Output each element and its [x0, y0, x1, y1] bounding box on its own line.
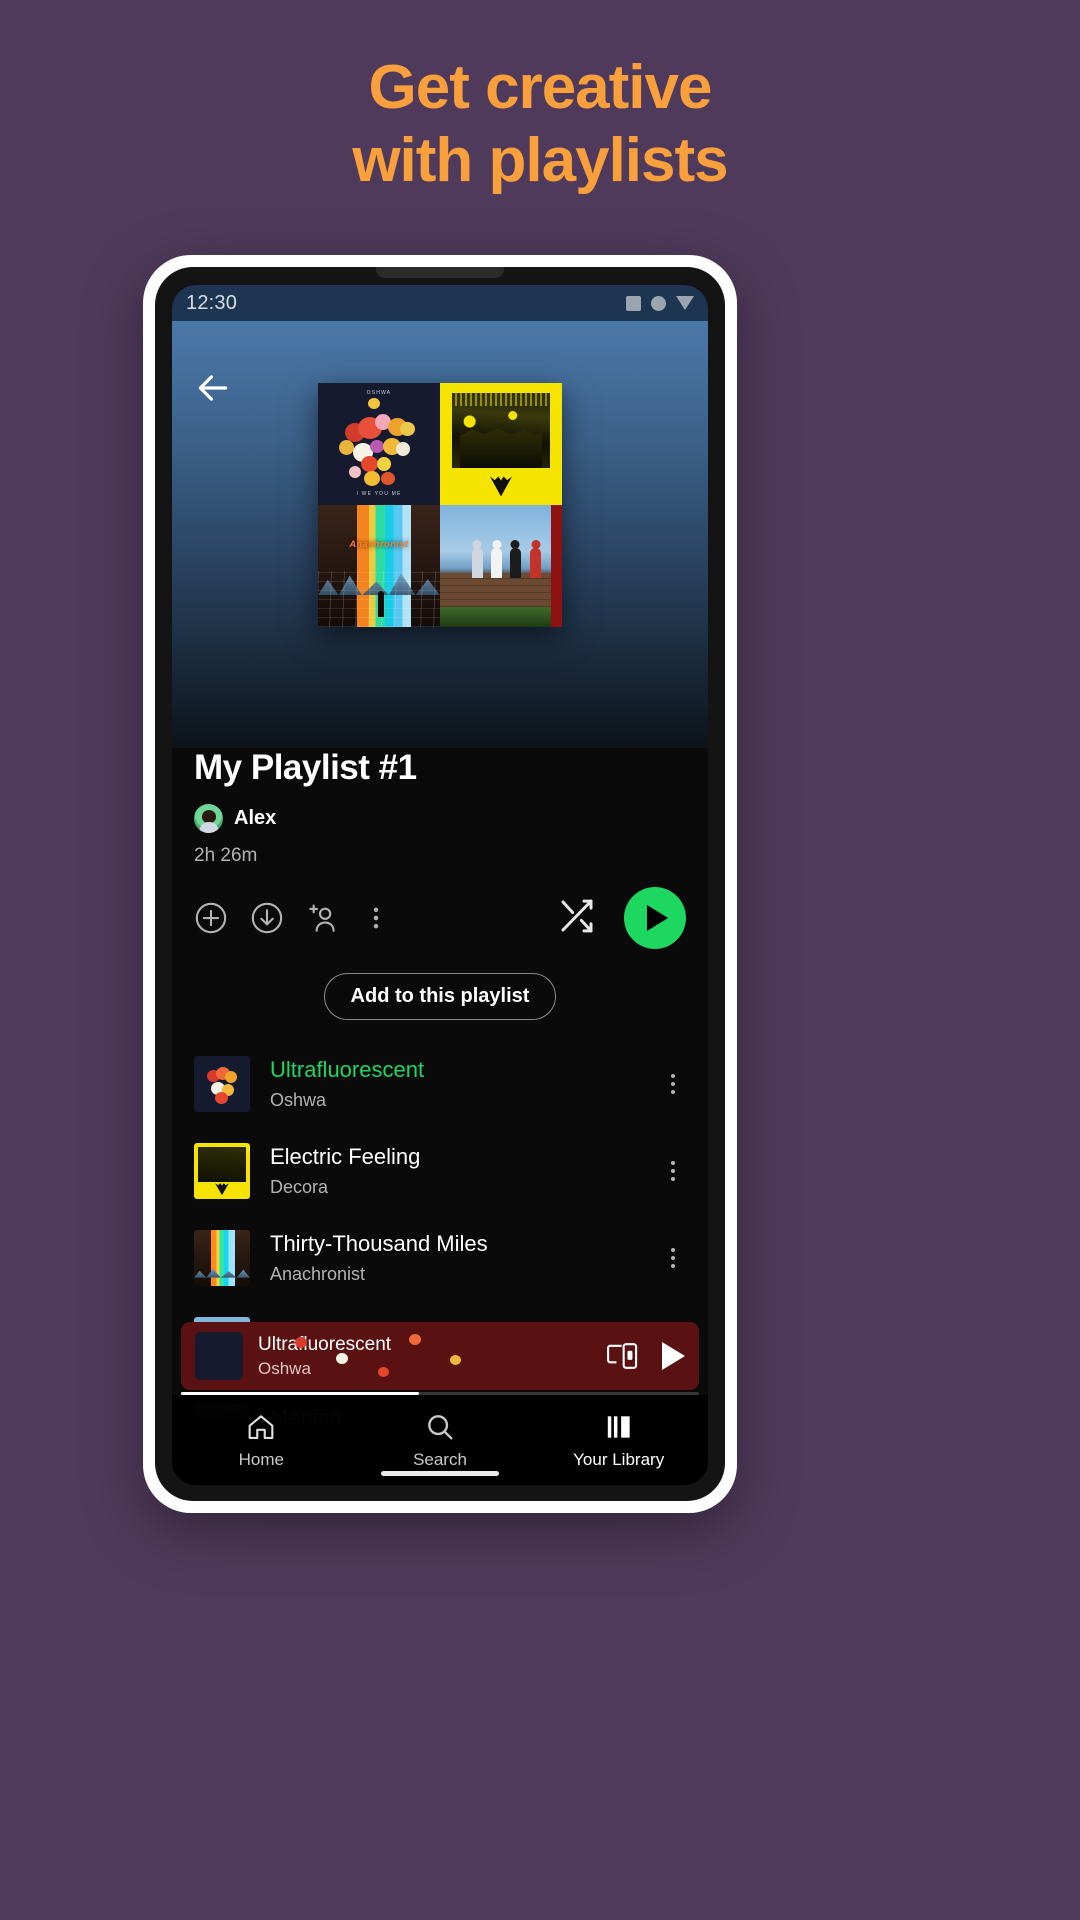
album-art-breakaway [440, 505, 562, 627]
circle-icon [651, 295, 666, 311]
invite-collaborators-button[interactable] [306, 901, 340, 935]
track-text: Electric Feeling Decora [270, 1144, 660, 1198]
download-button[interactable] [250, 901, 284, 935]
track-album-art [194, 1055, 250, 1112]
track-album-art [194, 1142, 250, 1199]
album-art-person [491, 548, 503, 579]
track-album-art [194, 1229, 250, 1286]
square-icon [626, 295, 641, 311]
now-playing-play-button[interactable] [662, 1342, 685, 1370]
connect-to-device-icon[interactable] [606, 1341, 640, 1371]
playlist-meta: My Playlist #1 Alex 2h 26m [172, 748, 708, 951]
album-art-person [471, 548, 483, 579]
album-art-oshwa-bottom-caption: I WE YOU ME [356, 491, 402, 497]
playlist-cover-collage: OSHWA I WE YOU ME Anachronist [318, 383, 562, 627]
library-icon [607, 1415, 630, 1438]
album-art-person [509, 548, 521, 579]
album-art-anachronist-title: Anachronist [349, 539, 409, 550]
shuffle-icon[interactable] [556, 895, 598, 942]
album-art-red-edge [551, 505, 562, 627]
album-art-electric-feeling [440, 383, 562, 505]
now-playing-controls [606, 1341, 685, 1371]
back-arrow-icon[interactable] [194, 369, 232, 407]
promo-line-1: Get creative [368, 53, 713, 122]
track-artist: Decora [270, 1176, 329, 1197]
track-row[interactable]: Thirty-Thousand Miles Anachronist [194, 1214, 686, 1301]
nav-label-your-library: Your Library [573, 1449, 665, 1469]
add-to-this-playlist-button[interactable]: Add to this playlist [323, 973, 557, 1020]
now-playing-title: Ultrafluorescent [258, 1333, 392, 1355]
track-artist: Oshwa [270, 1089, 327, 1110]
nav-item-your-library[interactable]: Your Library [529, 1411, 708, 1470]
album-art-flowers [318, 383, 440, 505]
play-icon [647, 905, 668, 931]
page-title: My Playlist #1 [194, 748, 417, 787]
album-art-figure [377, 591, 384, 618]
album-art-band-logo [490, 476, 512, 497]
status-bar-time: 12:30 [186, 291, 238, 314]
nav-label-search: Search [413, 1449, 467, 1469]
status-bar-icons [626, 295, 694, 311]
track-artist: Anachronist [270, 1263, 366, 1284]
status-bar: 12:30 [172, 285, 708, 321]
nav-label-home: Home [238, 1449, 285, 1469]
track-row[interactable]: Ultrafluorescent Oshwa [194, 1040, 686, 1127]
more-options-button[interactable] [362, 901, 390, 935]
owner-name: Alex [234, 807, 277, 829]
playlist-duration: 2h 26m [194, 845, 258, 866]
album-art-person [530, 548, 542, 579]
playlist-owner[interactable]: Alex [194, 804, 686, 833]
add-to-playlist-row: Add to this playlist [172, 951, 708, 1040]
album-art-oshwa: OSHWA I WE YOU ME [318, 383, 440, 505]
track-title: Thirty-Thousand Miles [270, 1230, 488, 1256]
track-row[interactable]: Electric Feeling Decora [194, 1127, 686, 1214]
add-to-library-button[interactable] [194, 901, 228, 935]
nav-item-home[interactable]: Home [172, 1411, 351, 1470]
triangle-down-icon [676, 296, 694, 310]
now-playing-text: Ultrafluorescent Oshwa [258, 1334, 594, 1379]
track-text: Thirty-Thousand Miles Anachronist [270, 1231, 660, 1285]
search-icon [428, 1414, 453, 1440]
track-more-button[interactable] [660, 1160, 686, 1181]
track-more-button[interactable] [660, 1247, 686, 1268]
play-button[interactable] [624, 887, 686, 949]
phone-bezel: 12:30 OSHWA I WE YOU ME Anachronist My P… [155, 267, 725, 1501]
track-title: Electric Feeling [270, 1143, 421, 1169]
promo-headline: Get creative with playlists [0, 52, 1080, 197]
track-title: Ultrafluorescent [270, 1056, 425, 1082]
track-more-button[interactable] [660, 1073, 686, 1094]
playlist-actions [194, 885, 686, 951]
now-playing-bar[interactable]: Ultrafluorescent Oshwa [181, 1322, 699, 1390]
album-art-grass [440, 607, 562, 627]
home-icon [248, 1414, 274, 1439]
home-indicator [381, 1471, 499, 1476]
now-playing-artist: Oshwa [258, 1358, 311, 1378]
playlist-hero: OSHWA I WE YOU ME Anachronist [172, 321, 708, 776]
album-art-anachronist: Anachronist [318, 505, 440, 627]
avatar [194, 804, 223, 833]
phone-screen: 12:30 OSHWA I WE YOU ME Anachronist My P… [172, 285, 708, 1485]
nav-item-search[interactable]: Search [351, 1411, 530, 1470]
now-playing-album-art [195, 1332, 462, 1380]
track-text: Ultrafluorescent Oshwa [270, 1057, 660, 1111]
playlist-scroll-area[interactable]: OSHWA I WE YOU ME Anachronist My Playlis… [172, 321, 708, 1485]
album-art-photo [452, 392, 550, 469]
promo-line-2: with playlists [352, 125, 728, 195]
phone-frame: 12:30 OSHWA I WE YOU ME Anachronist My P… [143, 255, 737, 1513]
phone-notch [376, 267, 504, 278]
